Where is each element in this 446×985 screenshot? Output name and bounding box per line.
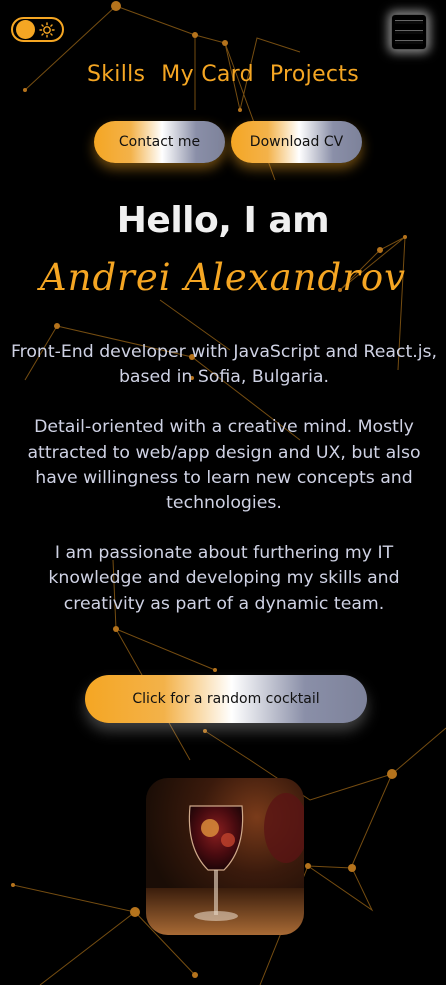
toggle-knob: [16, 20, 35, 39]
theme-toggle[interactable]: [11, 17, 64, 42]
bio-paragraph-1: Front-End developer with JavaScript and …: [10, 342, 438, 388]
download-cv-button[interactable]: Download CV: [231, 121, 362, 163]
bio-paragraph-2: Detail-oriented with a creative mind. Mo…: [27, 417, 421, 514]
greeting-heading: Hello, I am: [116, 200, 330, 241]
developer-name: Andrei Alexandrov: [39, 256, 407, 299]
menu-bar: [395, 20, 423, 24]
random-cocktail-button[interactable]: Click for a random cocktail: [85, 675, 367, 723]
bio-text: Front-End developer with JavaScript and …: [8, 340, 440, 642]
menu-bar: [395, 30, 423, 34]
hamburger-menu-icon[interactable]: [391, 14, 427, 50]
nav-my-card[interactable]: My Card: [161, 62, 254, 87]
nav-skills[interactable]: Skills: [87, 62, 145, 87]
cocktail-image: [146, 778, 304, 935]
menu-bar: [395, 40, 423, 44]
nav-projects[interactable]: Projects: [270, 62, 359, 87]
bio-paragraph-3: I am passionate about furthering my IT k…: [48, 543, 400, 614]
sun-icon: [39, 21, 55, 38]
sangria-glass-picture: [146, 793, 304, 935]
main-nav: Skills My Card Projects: [0, 62, 446, 87]
contact-me-button[interactable]: Contact me: [94, 121, 225, 163]
